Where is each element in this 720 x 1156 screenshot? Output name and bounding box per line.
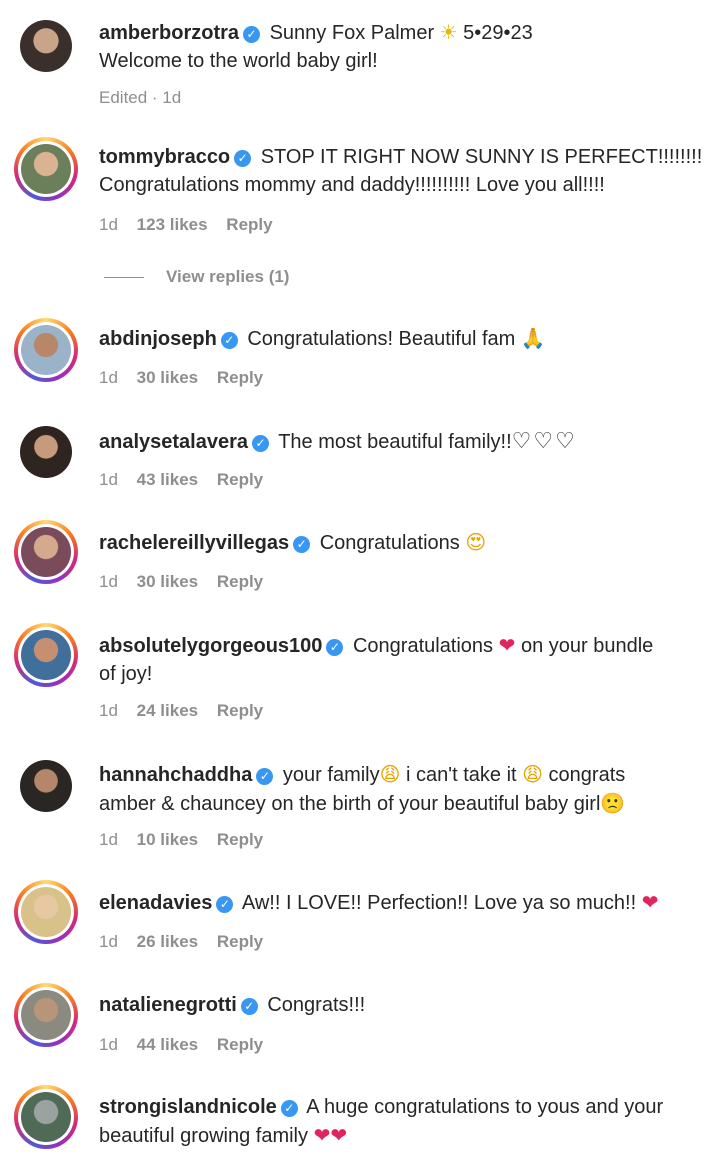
time-ago: 1d [99, 368, 118, 387]
time-ago: 1d [99, 215, 118, 234]
edited-label: Edited · 1d [99, 88, 182, 107]
username[interactable]: natalienegrotti [99, 994, 237, 1016]
verified-badge-icon: ✓ [240, 998, 258, 1015]
likes-count[interactable]: 10 likes [137, 830, 198, 849]
username[interactable]: amberborzotra [99, 22, 239, 44]
view-replies-button[interactable]: View replies (1) [104, 267, 289, 287]
comment-text-line2: beautiful growing family [99, 1125, 308, 1147]
verified-badge-icon: ✓ [243, 26, 261, 43]
avatar[interactable] [14, 318, 78, 382]
frowning-face-emoji-icon: 🙁 [600, 791, 626, 815]
verified-badge-icon: ✓ [280, 1100, 298, 1117]
divider [104, 277, 144, 279]
time-ago: 1d [99, 470, 118, 489]
comment-text-line2: amber & chauncey on the birth of your be… [99, 793, 601, 815]
verified-badge-icon: ✓ [216, 896, 234, 913]
username[interactable]: absolutelygorgeous100 [99, 635, 322, 657]
heart-outline-icon: ♡♡♡ [511, 429, 577, 454]
likes-count[interactable]: 43 likes [137, 470, 198, 489]
avatar[interactable] [14, 137, 78, 201]
avatar[interactable] [14, 420, 78, 484]
reply-button[interactable]: Reply [217, 830, 263, 849]
avatar[interactable] [14, 14, 78, 78]
username[interactable]: rachelereillyvillegas [99, 532, 289, 554]
likes-count[interactable]: 44 likes [137, 1035, 198, 1054]
comment-text: Aw!! I LOVE!! Perfection!! Love ya so mu… [241, 892, 637, 914]
reply-button[interactable]: Reply [217, 932, 263, 951]
likes-count[interactable]: 30 likes [137, 572, 198, 591]
time-ago: 1d [99, 1035, 118, 1054]
comment-text: The most beautiful family!! [278, 431, 512, 453]
avatar[interactable] [14, 623, 78, 687]
comment-text-line2: Welcome to the world baby girl! [99, 50, 378, 72]
weary-face-emoji-icon: 😩 [379, 762, 401, 786]
time-ago: 1d [99, 932, 118, 951]
avatar[interactable] [14, 983, 78, 1047]
red-hearts-emoji-icon: ❤❤ [313, 1123, 348, 1147]
verified-badge-icon: ✓ [256, 768, 274, 785]
view-replies-label: View replies (1) [166, 267, 290, 286]
avatar[interactable] [14, 754, 78, 818]
likes-count[interactable]: 30 likes [137, 368, 198, 387]
likes-count[interactable]: 123 likes [137, 215, 208, 234]
reply-button[interactable]: Reply [217, 572, 263, 591]
heart-eyes-emoji-icon: 😍 [465, 530, 487, 554]
verified-badge-icon: ✓ [234, 150, 252, 167]
verified-badge-icon: ✓ [293, 536, 311, 553]
comment-text: Congratulations! Beautiful fam [247, 328, 516, 350]
comment-text-line2: of joy! [99, 663, 153, 685]
reply-button[interactable]: Reply [217, 1035, 263, 1054]
comment-text-2: i can't take it [400, 764, 517, 786]
avatar[interactable] [14, 1085, 78, 1149]
comment-text: STOP IT RIGHT NOW SUNNY IS PERFECT!!!!!!… [260, 146, 703, 168]
comment-text: Sunny Fox Palmer [269, 22, 435, 44]
likes-count[interactable]: 24 likes [137, 701, 198, 720]
comment-text: Congratulations [352, 635, 494, 657]
comment-text: A huge congratulations to yous and your [306, 1096, 664, 1118]
weary-face-emoji-icon: 😩 [522, 762, 543, 786]
username[interactable]: strongislandnicole [99, 1096, 277, 1118]
red-heart-emoji-icon: ❤ [641, 890, 659, 914]
comment-text: Congrats!!! [267, 994, 366, 1016]
reply-button[interactable]: Reply [217, 368, 263, 387]
verified-badge-icon: ✓ [326, 639, 344, 656]
reply-button[interactable]: Reply [217, 701, 263, 720]
time-ago: 1d [99, 572, 118, 591]
reply-button[interactable]: Reply [226, 215, 272, 234]
comment-text-2: 5•29•23 [457, 22, 533, 44]
username[interactable]: tommybracco [99, 146, 230, 168]
username[interactable]: elenadavies [99, 892, 212, 914]
time-ago: 1d [99, 830, 118, 849]
comment-text-line2: Congratulations mommy and daddy!!!!!!!!!… [99, 174, 605, 196]
username[interactable]: abdinjoseph [99, 328, 217, 350]
comment-text-2: on your bundle [515, 635, 654, 657]
time-ago: 1d [99, 701, 118, 720]
red-heart-emoji-icon: ❤ [498, 633, 516, 657]
comment-text: Congratulations [319, 532, 460, 554]
comment-text-3: congrats [543, 764, 626, 786]
likes-count[interactable]: 26 likes [137, 932, 198, 951]
prayer-hands-emoji-icon: 🙏 [520, 326, 546, 350]
sun-emoji-icon: ☀ [439, 20, 458, 44]
avatar[interactable] [14, 520, 78, 584]
avatar[interactable] [14, 880, 78, 944]
verified-badge-icon: ✓ [252, 435, 270, 452]
username[interactable]: hannahchaddha [99, 764, 252, 786]
verified-badge-icon: ✓ [220, 332, 238, 349]
reply-button[interactable]: Reply [217, 470, 263, 489]
comment-text: your family [282, 764, 380, 786]
username[interactable]: analysetalavera [99, 431, 248, 453]
